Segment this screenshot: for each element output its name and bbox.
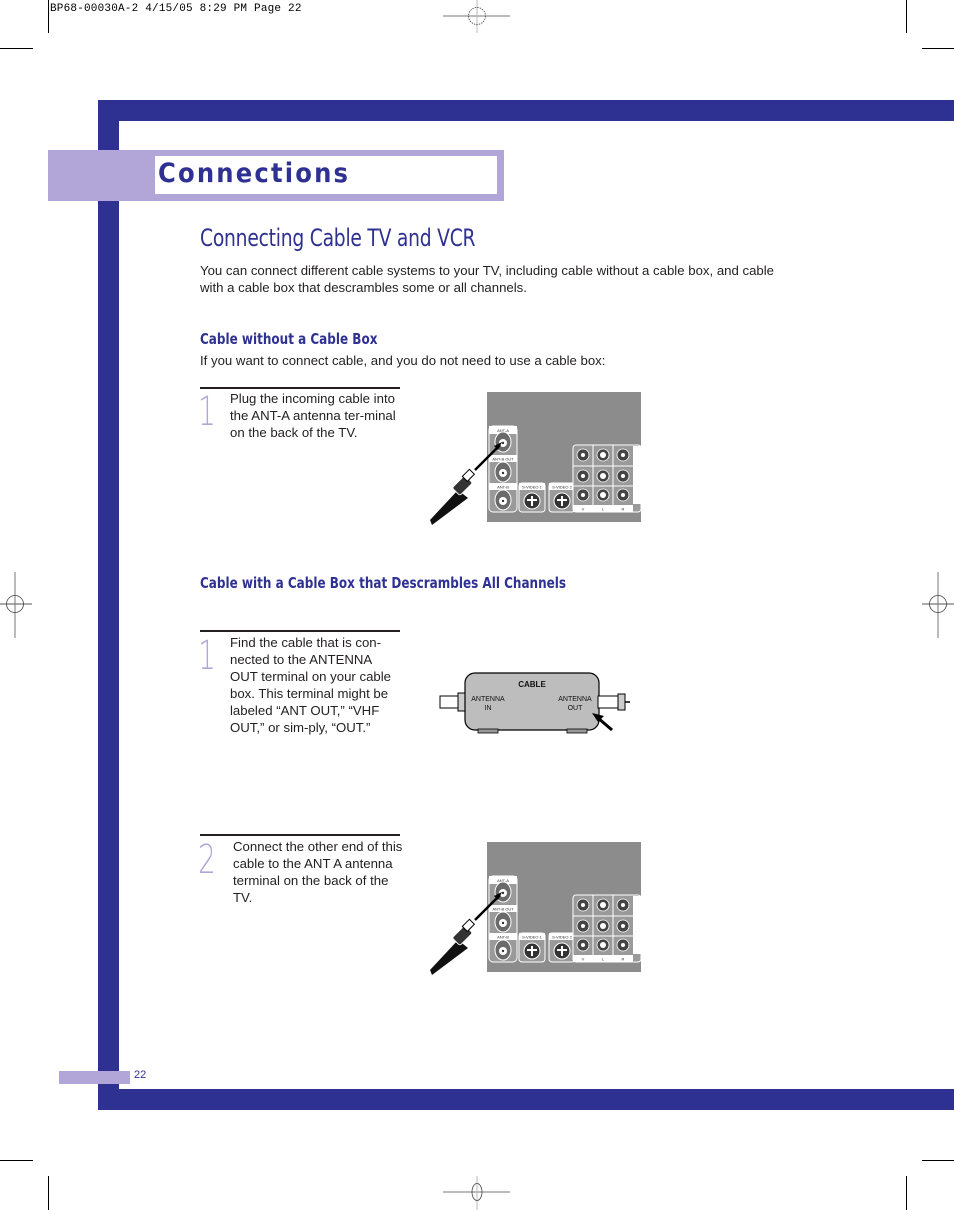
svideo1-label: S-VIDEO 1 bbox=[522, 935, 543, 940]
col-label: V bbox=[582, 507, 585, 512]
crop-mark bbox=[922, 48, 954, 49]
crop-mark bbox=[906, 1176, 907, 1210]
antenna-out-label: ANTENNA bbox=[558, 696, 592, 703]
page-heading: Connecting Cable TV and VCR bbox=[200, 224, 476, 252]
crop-mark bbox=[922, 1160, 954, 1161]
av-jack-grid: V L R bbox=[572, 444, 642, 513]
cable-box-illustration: CABLE ANTENNA IN ANTENNA OUT bbox=[439, 672, 630, 734]
crop-mark bbox=[48, 0, 49, 33]
crop-mark bbox=[906, 0, 907, 33]
registration-mark-icon bbox=[0, 572, 32, 638]
frame-top-bar bbox=[98, 100, 954, 121]
printer-slug: BP68-00030A-2 4/15/05 8:29 PM Page 22 bbox=[50, 3, 302, 15]
tv-back-panel-illustration: ANT-A ANT-B OUT ANT-B S-VIDEO 1 S-VIDEO … bbox=[430, 392, 642, 525]
av-jack-grid: V L R bbox=[572, 894, 642, 963]
ant-b-label: ANT-B bbox=[497, 935, 509, 940]
section-title: Connections bbox=[158, 158, 351, 189]
svideo2-label: S-VIDEO 2 bbox=[552, 485, 573, 490]
col-label: V bbox=[582, 957, 585, 962]
antenna-in-label: ANTENNA bbox=[471, 696, 505, 703]
step-divider bbox=[200, 630, 400, 632]
registration-mark-icon bbox=[922, 572, 954, 638]
svideo2-label: S-VIDEO 2 bbox=[552, 935, 573, 940]
step-text: Find the cable that is con-nected to the… bbox=[230, 635, 392, 735]
subsection-intro: If you want to connect cable, and you do… bbox=[200, 353, 606, 368]
antenna-out-label: OUT bbox=[568, 705, 584, 712]
col-label: R bbox=[622, 957, 625, 962]
step-number: 2 bbox=[198, 837, 216, 883]
ant-b-out-label: ANT-B OUT bbox=[492, 907, 514, 912]
registration-mark-icon bbox=[443, 1176, 510, 1210]
step-text: Plug the incoming cable into the ANT-A a… bbox=[230, 391, 396, 440]
frame-bottom-bar bbox=[98, 1089, 954, 1110]
step-divider bbox=[200, 834, 400, 836]
ant-b-label: ANT-B bbox=[497, 485, 509, 490]
intro-paragraph: You can connect different cable systems … bbox=[200, 263, 775, 295]
ant-b-out-label: ANT-B OUT bbox=[492, 457, 514, 462]
page-number: 22 bbox=[134, 1069, 147, 1081]
antenna-in-label: IN bbox=[485, 705, 492, 712]
svideo1-label: S-VIDEO 1 bbox=[522, 485, 543, 490]
ant-terminal-group: ANT-A ANT-B OUT ANT-B bbox=[488, 875, 518, 963]
col-label: R bbox=[622, 507, 625, 512]
frame-left-bar bbox=[98, 100, 119, 1110]
subheading-cable-with-box: Cable with a Cable Box that Descrambles … bbox=[200, 574, 567, 592]
subheading-cable-without-box: Cable without a Cable Box bbox=[200, 330, 378, 348]
ant-terminal-group: ANT-A ANT-B OUT ANT-B bbox=[488, 425, 518, 513]
registration-mark-icon bbox=[443, 0, 510, 33]
cable-box-label: CABLE bbox=[518, 680, 546, 689]
crop-mark bbox=[0, 48, 33, 49]
crop-mark bbox=[48, 1176, 49, 1210]
step-number: 1 bbox=[198, 633, 216, 679]
page-number-tab bbox=[59, 1071, 130, 1084]
step-text: Connect the other end of this cable to t… bbox=[233, 839, 403, 905]
crop-mark bbox=[0, 1160, 33, 1161]
step-number: 1 bbox=[198, 389, 216, 435]
step-divider bbox=[200, 387, 400, 389]
tv-back-panel-illustration: ANT-A ANT-B OUT ANT-B S-VIDEO 1 S-VIDEO … bbox=[430, 842, 642, 975]
